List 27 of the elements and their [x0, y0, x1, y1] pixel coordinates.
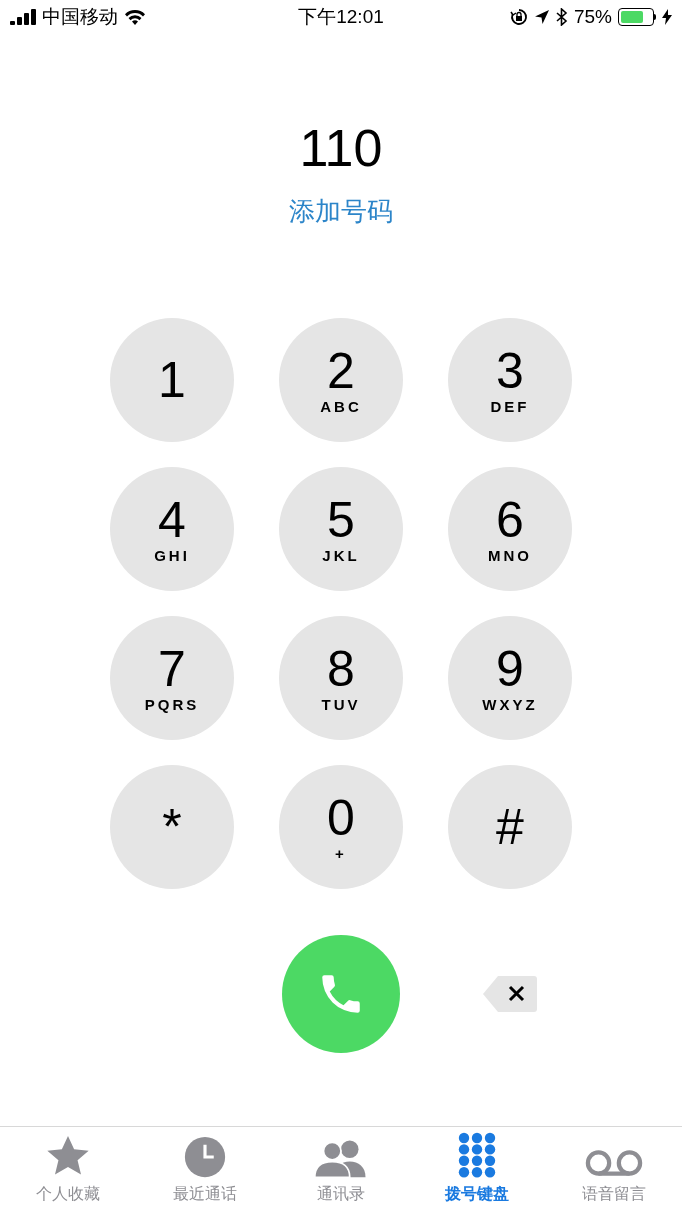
keypad-key[interactable]: 8 TUV [279, 616, 403, 740]
add-number-link[interactable]: 添加号码 [289, 194, 393, 228]
rotation-lock-icon [509, 8, 528, 26]
dialed-number: 110 [299, 118, 383, 178]
bluetooth-icon [555, 8, 568, 26]
keypad-key[interactable]: 4 GHI [110, 467, 234, 591]
signal-icon [10, 9, 36, 25]
voicemail-icon [584, 1148, 643, 1178]
carrier-name: 中国移动 [42, 4, 118, 29]
keypad-key[interactable]: 3 DEF [448, 318, 572, 442]
clock-time: 下午12:01 [298, 4, 384, 29]
keypad-key[interactable]: * [110, 765, 234, 889]
keypad-key[interactable]: 2 ABC [279, 318, 403, 442]
tab[interactable]: 拨号键盘 [409, 1127, 546, 1212]
keypad-key[interactable]: # [448, 765, 572, 889]
keypad-key[interactable]: 7 PQRS [110, 616, 234, 740]
clock-icon [183, 1136, 226, 1178]
delete-icon[interactable] [482, 974, 538, 1014]
location-icon [533, 9, 550, 25]
keypad-key[interactable]: 6 MNO [448, 467, 572, 591]
keypad-key[interactable]: 9 WXYZ [448, 616, 572, 740]
wifi-icon [124, 9, 146, 25]
keypad-icon [458, 1132, 497, 1178]
battery-percent: 75% [573, 4, 612, 29]
keypad-key[interactable]: 1 [110, 318, 234, 442]
keypad-key[interactable]: 5 JKL [279, 467, 403, 591]
keypad-key[interactable]: 0 + [279, 765, 403, 889]
